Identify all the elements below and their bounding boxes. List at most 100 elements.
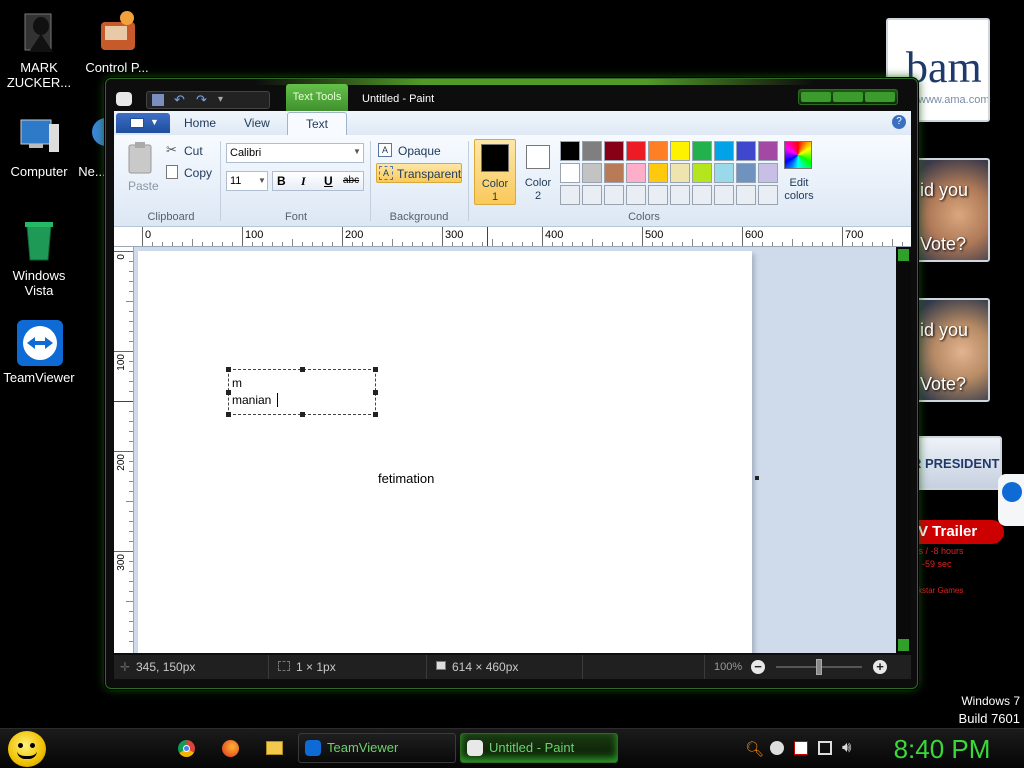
messenger-icon[interactable] bbox=[770, 741, 784, 755]
title-bar[interactable]: ↶ ↷ ▾ Text Tools Untitled - Paint bbox=[106, 79, 917, 112]
opaque-button[interactable]: A Opaque bbox=[378, 141, 464, 161]
taskbar-button-paint[interactable]: Untitled - Paint bbox=[460, 733, 618, 763]
font-size-select[interactable]: 11 ▼ bbox=[226, 171, 268, 191]
palette-swatch[interactable] bbox=[758, 163, 778, 183]
strikethrough-button[interactable]: abc bbox=[343, 175, 359, 186]
minimize-button[interactable] bbox=[801, 92, 831, 102]
color-2-selector[interactable]: Color 2 bbox=[518, 139, 560, 205]
customize-toolbar-icon[interactable]: ▾ bbox=[218, 94, 230, 106]
resize-handle[interactable] bbox=[373, 390, 378, 395]
zoom-in-button[interactable]: + bbox=[873, 660, 887, 674]
tab-view[interactable]: View bbox=[244, 116, 270, 130]
palette-swatch[interactable] bbox=[582, 141, 602, 161]
firefox-icon[interactable] bbox=[222, 740, 239, 757]
palette-swatch[interactable] bbox=[692, 141, 712, 161]
palette-swatch[interactable] bbox=[714, 163, 734, 183]
palette-swatch[interactable] bbox=[670, 163, 690, 183]
palette-swatch[interactable] bbox=[758, 185, 778, 205]
transparent-button[interactable]: A Transparent bbox=[376, 163, 462, 183]
desktop-icon-windows-vista[interactable]: Windows Vista bbox=[0, 216, 78, 298]
scroll-down-button[interactable] bbox=[898, 639, 909, 651]
resize-handle[interactable] bbox=[373, 412, 378, 417]
teamviewer-side-panel[interactable] bbox=[998, 474, 1024, 526]
ad-president[interactable]: R PRESIDENT bbox=[912, 436, 1002, 490]
action-center-flag-icon[interactable] bbox=[794, 741, 808, 755]
taskbar-button-teamviewer[interactable]: TeamViewer bbox=[298, 733, 456, 763]
desktop-icon-computer[interactable]: Computer bbox=[0, 112, 78, 179]
desktop-icon-control-panel[interactable]: Control P... bbox=[78, 8, 156, 75]
italic-button[interactable]: I bbox=[301, 174, 306, 189]
copy-button[interactable]: Copy bbox=[184, 166, 212, 180]
ad-trailer[interactable]: V Trailer bbox=[914, 520, 1004, 544]
undo-icon[interactable]: ↶ bbox=[174, 93, 188, 106]
drawing-canvas[interactable]: m manian fetimation bbox=[138, 251, 752, 653]
ribbon-tabs: ▼ Home View Text ? bbox=[114, 111, 911, 136]
paint-menu-button[interactable]: ▼ bbox=[116, 113, 170, 133]
palette-swatch[interactable] bbox=[582, 185, 602, 205]
palette-swatch[interactable] bbox=[714, 141, 734, 161]
help-icon[interactable]: ? bbox=[892, 115, 906, 129]
scroll-up-button[interactable] bbox=[898, 249, 909, 261]
resize-handle[interactable] bbox=[373, 367, 378, 372]
palette-swatch[interactable] bbox=[736, 163, 756, 183]
search-icon[interactable]: 🔍︎ bbox=[745, 740, 764, 758]
tab-text[interactable]: Text bbox=[287, 112, 347, 136]
palette-swatch[interactable] bbox=[670, 185, 690, 205]
desktop-icon-teamviewer[interactable]: TeamViewer bbox=[0, 318, 78, 385]
palette-swatch[interactable] bbox=[714, 185, 734, 205]
resize-handle[interactable] bbox=[226, 390, 231, 395]
folder-icon[interactable] bbox=[266, 741, 283, 755]
font-family-select[interactable]: Calibri ▼ bbox=[226, 143, 364, 163]
resize-handle[interactable] bbox=[300, 412, 305, 417]
palette-swatch[interactable] bbox=[736, 141, 756, 161]
underline-button[interactable]: U bbox=[324, 174, 333, 188]
tab-home[interactable]: Home bbox=[184, 116, 216, 130]
vertical-scrollbar[interactable] bbox=[896, 247, 911, 653]
palette-swatch[interactable] bbox=[560, 185, 580, 205]
redo-icon[interactable]: ↷ bbox=[196, 93, 210, 106]
ruler-minor-tick bbox=[502, 242, 503, 246]
palette-swatch[interactable] bbox=[648, 141, 668, 161]
zoom-out-button[interactable]: − bbox=[751, 660, 765, 674]
canvas-resize-handle[interactable] bbox=[755, 476, 759, 480]
palette-swatch[interactable] bbox=[560, 141, 580, 161]
save-icon[interactable] bbox=[152, 94, 164, 106]
desktop-icon-mark-zucker[interactable]: MARK ZUCKER... bbox=[0, 8, 78, 90]
palette-swatch[interactable] bbox=[692, 185, 712, 205]
resize-handle[interactable] bbox=[226, 412, 231, 417]
ad-vote-1[interactable]: id you Vote? bbox=[912, 158, 990, 262]
palette-swatch[interactable] bbox=[626, 185, 646, 205]
palette-swatch[interactable] bbox=[582, 163, 602, 183]
palette-swatch[interactable] bbox=[560, 163, 580, 183]
taskbar-clock[interactable]: 8:40 PM bbox=[872, 734, 1012, 764]
palette-swatch[interactable] bbox=[604, 185, 624, 205]
palette-swatch[interactable] bbox=[692, 163, 712, 183]
cut-button[interactable]: Cut bbox=[184, 144, 203, 158]
resize-handle[interactable] bbox=[226, 367, 231, 372]
chrome-icon[interactable] bbox=[178, 740, 195, 757]
paint-app-icon[interactable] bbox=[116, 92, 132, 106]
start-button[interactable] bbox=[8, 731, 46, 767]
palette-swatch[interactable] bbox=[604, 141, 624, 161]
palette-swatch[interactable] bbox=[626, 163, 646, 183]
ad-vote-2[interactable]: id you Vote? bbox=[912, 298, 990, 402]
palette-swatch[interactable] bbox=[648, 185, 668, 205]
paste-icon[interactable] bbox=[126, 141, 156, 177]
color-1-selector[interactable]: Color 1 bbox=[474, 139, 516, 205]
maximize-button[interactable] bbox=[833, 92, 863, 102]
close-button[interactable] bbox=[865, 92, 895, 102]
edit-colors-button[interactable]: Edit colors bbox=[782, 139, 816, 205]
bold-button[interactable]: B bbox=[277, 174, 286, 188]
palette-swatch[interactable] bbox=[604, 163, 624, 183]
palette-swatch[interactable] bbox=[736, 185, 756, 205]
resize-handle[interactable] bbox=[300, 367, 305, 372]
paste-button[interactable]: Paste bbox=[128, 179, 159, 193]
palette-swatch[interactable] bbox=[626, 141, 646, 161]
palette-swatch[interactable] bbox=[670, 141, 690, 161]
palette-swatch[interactable] bbox=[648, 163, 668, 183]
zoom-slider-thumb[interactable] bbox=[816, 659, 822, 675]
text-box[interactable]: m manian bbox=[226, 367, 378, 417]
palette-swatch[interactable] bbox=[758, 141, 778, 161]
network-tray-icon[interactable] bbox=[818, 741, 832, 755]
volume-icon[interactable]: 🔊︎ bbox=[842, 739, 851, 756]
